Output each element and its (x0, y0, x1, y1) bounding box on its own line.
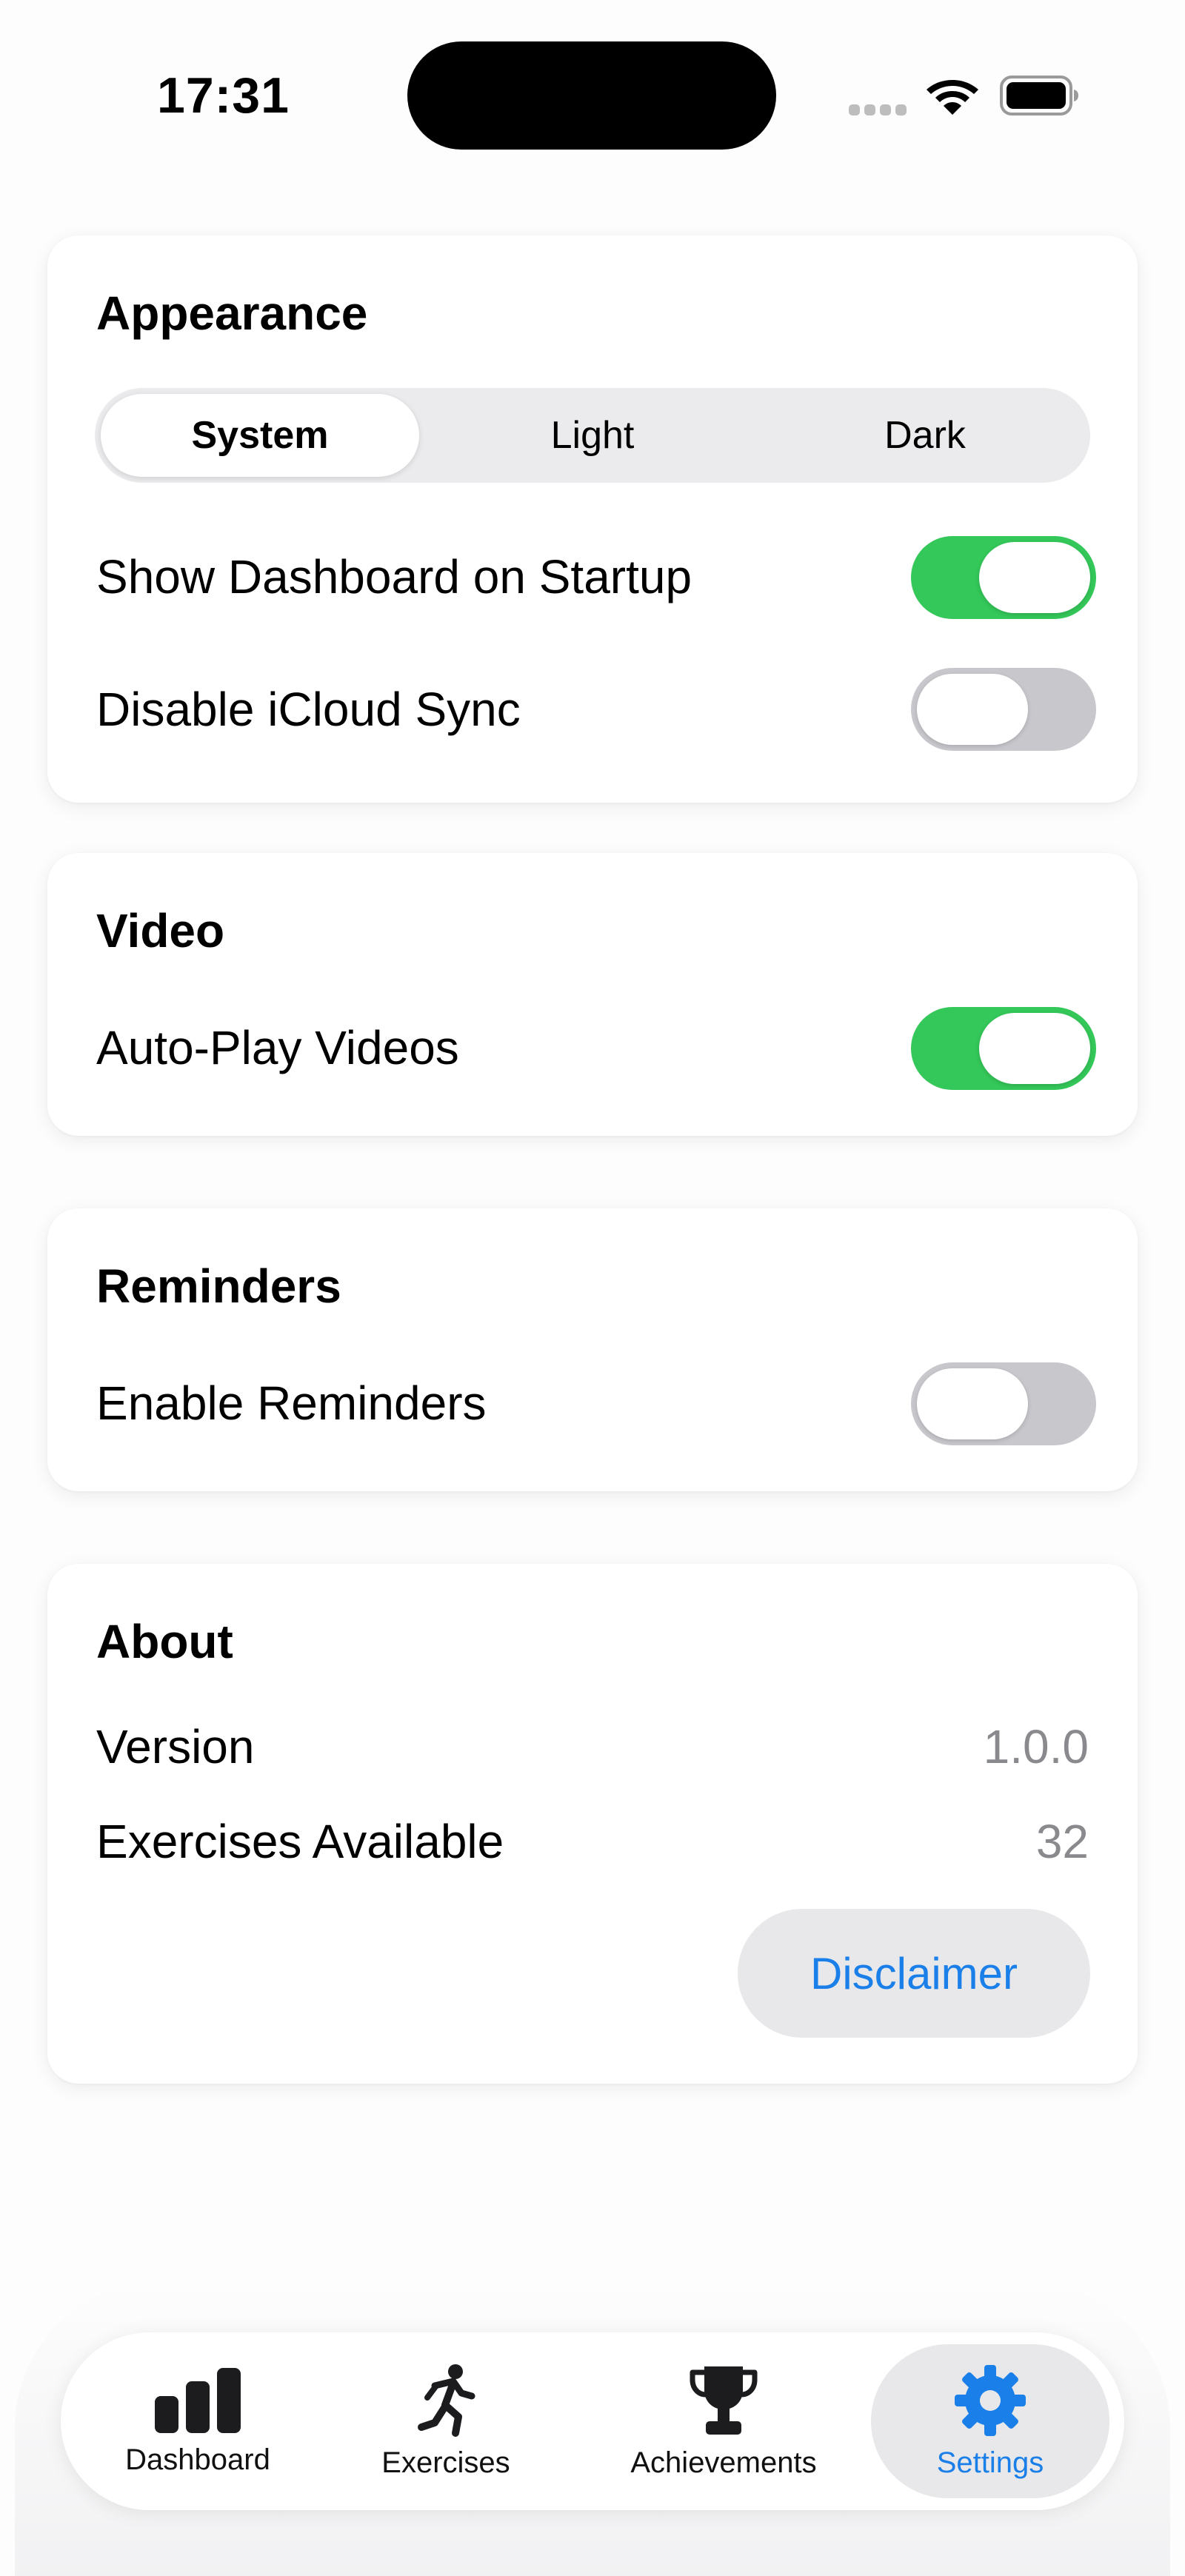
tab-achievements[interactable]: Achievements (612, 2344, 835, 2498)
toggle-knob (917, 1368, 1028, 1439)
wifi-icon (927, 80, 978, 115)
segment-light[interactable]: Light (433, 394, 752, 477)
battery-icon (1000, 76, 1078, 116)
appearance-segmented-control: System Light Dark (95, 388, 1090, 483)
toggle-knob (917, 674, 1028, 745)
segment-system[interactable]: System (101, 394, 419, 477)
gear-icon (955, 2364, 1026, 2436)
tab-label: Achievements (630, 2446, 817, 2479)
status-bar: 17:31 (0, 0, 1185, 193)
appearance-title: Appearance (96, 287, 368, 340)
enable-reminders-toggle[interactable] (911, 1362, 1096, 1445)
tab-bar: Dashboard Exercises Achievements Setting… (61, 2332, 1124, 2510)
tab-label: Dashboard (125, 2443, 270, 2476)
reminders-card: Reminders Enable Reminders (47, 1208, 1138, 1491)
tab-label: Exercises (381, 2446, 510, 2479)
enable-reminders-label: Enable Reminders (96, 1376, 487, 1430)
tab-exercises[interactable]: Exercises (372, 2344, 520, 2498)
show-dashboard-toggle[interactable] (911, 536, 1096, 619)
autoplay-toggle[interactable] (911, 1007, 1096, 1090)
version-label: Version (96, 1720, 255, 1773)
show-dashboard-label: Show Dashboard on Startup (96, 550, 692, 603)
cellular-signal-icon (849, 104, 908, 118)
appearance-card: Appearance System Light Dark Show Dashbo… (47, 235, 1138, 803)
running-figure-icon (418, 2363, 475, 2437)
disable-icloud-toggle[interactable] (911, 668, 1096, 751)
status-time: 17:31 (157, 67, 290, 124)
about-card: About Version 1.0.0 Exercises Available … (47, 1564, 1138, 2084)
disclaimer-button[interactable]: Disclaimer (738, 1909, 1090, 2038)
tab-settings[interactable]: Settings (871, 2344, 1109, 2498)
toggle-knob (979, 542, 1090, 613)
version-value: 1.0.0 (983, 1720, 1089, 1773)
disable-icloud-label: Disable iCloud Sync (96, 683, 521, 736)
video-title: Video (96, 904, 225, 957)
video-card: Video Auto-Play Videos (47, 853, 1138, 1136)
bar-chart-icon (155, 2367, 241, 2433)
about-title: About (96, 1615, 233, 1668)
trophy-icon (690, 2366, 758, 2435)
tab-label: Settings (936, 2446, 1044, 2479)
exercises-available-value: 32 (1035, 1815, 1089, 1868)
reminders-title: Reminders (96, 1259, 341, 1313)
dynamic-island (407, 41, 776, 150)
exercises-available-label: Exercises Available (96, 1815, 504, 1868)
tab-dashboard[interactable]: Dashboard (120, 2344, 276, 2498)
autoplay-label: Auto-Play Videos (96, 1021, 459, 1074)
toggle-knob (979, 1013, 1090, 1084)
segment-dark[interactable]: Dark (766, 394, 1084, 477)
